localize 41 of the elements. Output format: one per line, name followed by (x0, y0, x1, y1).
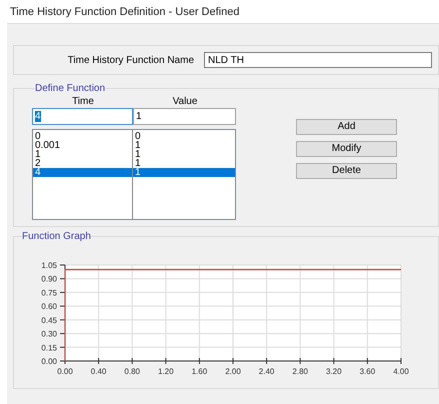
list-item[interactable]: 0 (133, 132, 235, 141)
list-item[interactable]: 4 (33, 168, 132, 177)
action-button[interactable]: Add (296, 119, 397, 135)
x-tick-label: 0.80 (124, 367, 140, 376)
column-header: Time (71, 96, 95, 108)
x-tick-label: 0.00 (57, 367, 73, 376)
x-tick-label: 3.20 (326, 367, 342, 376)
name-field[interactable]: NLD TH (204, 52, 432, 68)
group-title: Function Graph (22, 230, 91, 244)
x-tick-label: 2.00 (225, 367, 241, 376)
action-button[interactable]: Delete (296, 163, 397, 179)
group-title: Define Function (35, 82, 106, 96)
value-input-field[interactable]: 1 (133, 108, 236, 125)
list-item[interactable]: 0 (33, 132, 132, 141)
y-tick-label: 0.00 (41, 357, 57, 366)
y-tick-label: 0.75 (41, 288, 57, 298)
x-tick-label: 1.60 (192, 367, 208, 376)
action-button[interactable]: Modify (296, 141, 397, 157)
x-tick-label: 3.60 (360, 367, 376, 376)
name-label: Time History Function Name (66, 54, 194, 68)
x-tick-label: 0.40 (90, 367, 106, 376)
list-item[interactable]: 1 (133, 159, 235, 168)
x-tick-label: 1.20 (158, 367, 174, 376)
window-title: Time History Function Definition - User Defined (9, 5, 240, 20)
list-item[interactable]: 2 (33, 159, 132, 168)
x-tick-label: 2.80 (292, 367, 308, 376)
x-tick-label: 4.00 (393, 367, 409, 376)
x-tick-label: 2.40 (258, 367, 274, 376)
list-item[interactable]: 1 (133, 168, 235, 177)
y-tick-label: 0.90 (41, 274, 57, 284)
list-item[interactable]: 1 (33, 150, 132, 159)
y-tick-label: 0.15 (41, 343, 57, 352)
column-header: Value (172, 96, 198, 108)
list-item[interactable]: 0.001 (33, 141, 132, 150)
y-tick-label: 0.60 (41, 302, 57, 312)
y-tick-label: 1.05 (41, 261, 57, 270)
y-tick-label: 0.30 (41, 330, 57, 339)
y-tick-label: 0.45 (41, 316, 57, 325)
time-input-field[interactable]: 4 (32, 108, 133, 125)
list-item[interactable]: 1 (133, 150, 235, 159)
list-item[interactable]: 1 (133, 141, 235, 150)
